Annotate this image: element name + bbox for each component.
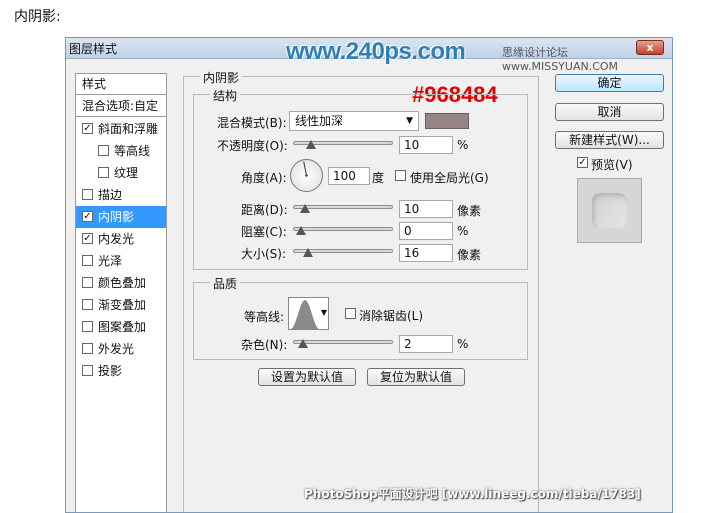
antialias-label: 消除锯齿(L) <box>359 309 424 323</box>
style-list-item-label: 光泽 <box>98 254 123 268</box>
style-list-item-label: 等高线 <box>114 144 151 158</box>
opacity-input[interactable]: 10 <box>399 136 453 154</box>
distance-input[interactable]: 10 <box>399 200 453 218</box>
style-checkbox[interactable] <box>82 189 93 200</box>
choke-slider[interactable] <box>293 227 393 231</box>
chevron-down-icon: ▼ <box>320 308 327 317</box>
size-label: 大小(S): <box>241 247 287 261</box>
opacity-label: 不透明度(O): <box>217 139 288 153</box>
contour-picker[interactable]: ▼ <box>288 297 329 330</box>
style-list-item[interactable]: 等高线 <box>76 140 166 162</box>
preview-checkbox[interactable]: ✓ <box>577 157 588 168</box>
style-list-item[interactable]: ✓ 斜面和浮雕 <box>76 118 166 140</box>
inner-shadow-title: 内阴影 <box>200 69 243 86</box>
dialog-title: 图层样式 <box>69 42 118 56</box>
blend-mode-label: 混合模式(B): <box>217 116 287 130</box>
noise-slider-thumb[interactable] <box>298 339 308 348</box>
style-list-item[interactable]: 光泽 <box>76 250 166 272</box>
style-checkbox[interactable]: ✓ <box>82 123 93 134</box>
watermark-site: www.240ps.com <box>286 38 466 65</box>
style-list-item[interactable]: 图案叠加 <box>76 316 166 338</box>
style-list-item-label: 外发光 <box>98 342 135 356</box>
choke-input[interactable]: 0 <box>399 222 453 240</box>
styles-header[interactable]: 样式 <box>76 74 166 95</box>
blend-mode-value: 线性加深 <box>295 114 344 128</box>
watermark-footer: PhotoShop平面设计吧 [www.lineeg.com/tieba/178… <box>304 487 641 501</box>
blending-options-header[interactable]: 混合选项:自定 <box>76 96 166 117</box>
noise-input[interactable]: 2 <box>399 335 453 353</box>
angle-label: 角度(A): <box>241 171 287 185</box>
distance-unit: 像素 <box>457 204 482 218</box>
style-preview-box <box>577 178 642 243</box>
style-list-item[interactable]: 外发光 <box>76 338 166 360</box>
size-unit: 像素 <box>457 248 482 262</box>
global-light-label: 使用全局光(G) <box>410 171 489 185</box>
style-checkbox[interactable] <box>98 145 109 156</box>
contour-curve-icon <box>291 300 319 329</box>
style-list-item-label: 颜色叠加 <box>98 276 147 290</box>
angle-unit: 度 <box>372 171 385 185</box>
style-list-item-label: 渐变叠加 <box>98 298 147 312</box>
size-input[interactable]: 16 <box>399 244 453 262</box>
new-style-button[interactable]: 新建样式(W)... <box>555 131 664 149</box>
style-checkbox[interactable] <box>82 255 93 266</box>
choke-slider-thumb[interactable] <box>296 226 306 235</box>
style-checkbox[interactable]: ✓ <box>82 233 93 244</box>
choke-unit: % <box>457 224 469 238</box>
style-list-item-label: 描边 <box>98 188 123 202</box>
angle-dial[interactable] <box>290 159 323 192</box>
style-list-item[interactable]: 纹理 <box>76 162 166 184</box>
style-checkbox[interactable] <box>82 277 93 288</box>
contour-label: 等高线: <box>244 310 285 324</box>
close-button[interactable]: x <box>636 40 664 55</box>
ok-button[interactable]: 确定 <box>555 74 664 92</box>
distance-slider-thumb[interactable] <box>300 204 310 213</box>
style-checkbox[interactable] <box>82 343 93 354</box>
page-caption: 内阴影: <box>14 9 61 25</box>
noise-label: 杂色(N): <box>241 338 288 352</box>
choke-label: 阻塞(C): <box>241 225 287 239</box>
style-list-item[interactable]: 渐变叠加 <box>76 294 166 316</box>
title-bar[interactable]: 图层样式 www.240ps.com 思缘设计论坛 www.MISSYUAN.C… <box>66 38 672 73</box>
style-list-item-label: 纹理 <box>114 166 139 180</box>
noise-unit: % <box>457 337 469 351</box>
preview-swatch <box>592 193 627 228</box>
style-list-item[interactable]: 颜色叠加 <box>76 272 166 294</box>
angle-needle-icon <box>303 161 308 177</box>
noise-slider[interactable] <box>293 340 393 344</box>
style-list-item-label: 图案叠加 <box>98 320 147 334</box>
blend-mode-select[interactable]: 线性加深 ▼ <box>289 111 419 131</box>
quality-title: 品质 <box>210 275 241 292</box>
shadow-color-swatch[interactable] <box>425 113 469 129</box>
style-checkbox[interactable]: ✓ <box>82 211 93 222</box>
style-list-item[interactable]: ✓ 内阴影 <box>76 206 166 228</box>
antialias-checkbox[interactable] <box>345 308 356 319</box>
style-list-item[interactable]: 投影 <box>76 360 166 382</box>
distance-label: 距离(D): <box>241 203 288 217</box>
global-light-checkbox[interactable] <box>395 170 406 181</box>
style-list-item-label: 投影 <box>98 364 123 378</box>
opacity-slider-thumb[interactable] <box>306 140 316 149</box>
style-list-item-label: 内发光 <box>98 232 135 246</box>
chevron-down-icon: ▼ <box>406 116 413 126</box>
cancel-button[interactable]: 取消 <box>555 103 664 121</box>
preview-label: 预览(V) <box>591 158 633 172</box>
style-list-item[interactable]: 描边 <box>76 184 166 206</box>
angle-input[interactable]: 100 <box>328 167 370 185</box>
close-icon: x <box>646 41 654 54</box>
style-checkbox[interactable] <box>82 321 93 332</box>
opacity-unit: % <box>457 138 469 152</box>
structure-title: 结构 <box>210 87 241 104</box>
layer-style-dialog: 图层样式 www.240ps.com 思缘设计论坛 www.MISSYUAN.C… <box>65 37 673 513</box>
style-checkbox[interactable] <box>82 365 93 376</box>
style-list-item[interactable]: ✓ 内发光 <box>76 228 166 250</box>
style-list: 样式 混合选项:自定 ✓ 斜面和浮雕等高线纹理描边 ✓ 内阴影 ✓ 内发光光泽颜色叠加渐变… <box>75 73 167 512</box>
style-list-item-label: 斜面和浮雕 <box>98 122 159 136</box>
size-slider-thumb[interactable] <box>302 248 313 257</box>
style-list-item-label: 内阴影 <box>98 210 135 224</box>
style-checkbox[interactable] <box>82 299 93 310</box>
reset-default-button[interactable]: 复位为默认值 <box>367 368 465 386</box>
style-checkbox[interactable] <box>98 167 109 178</box>
set-default-button[interactable]: 设置为默认值 <box>258 368 356 386</box>
